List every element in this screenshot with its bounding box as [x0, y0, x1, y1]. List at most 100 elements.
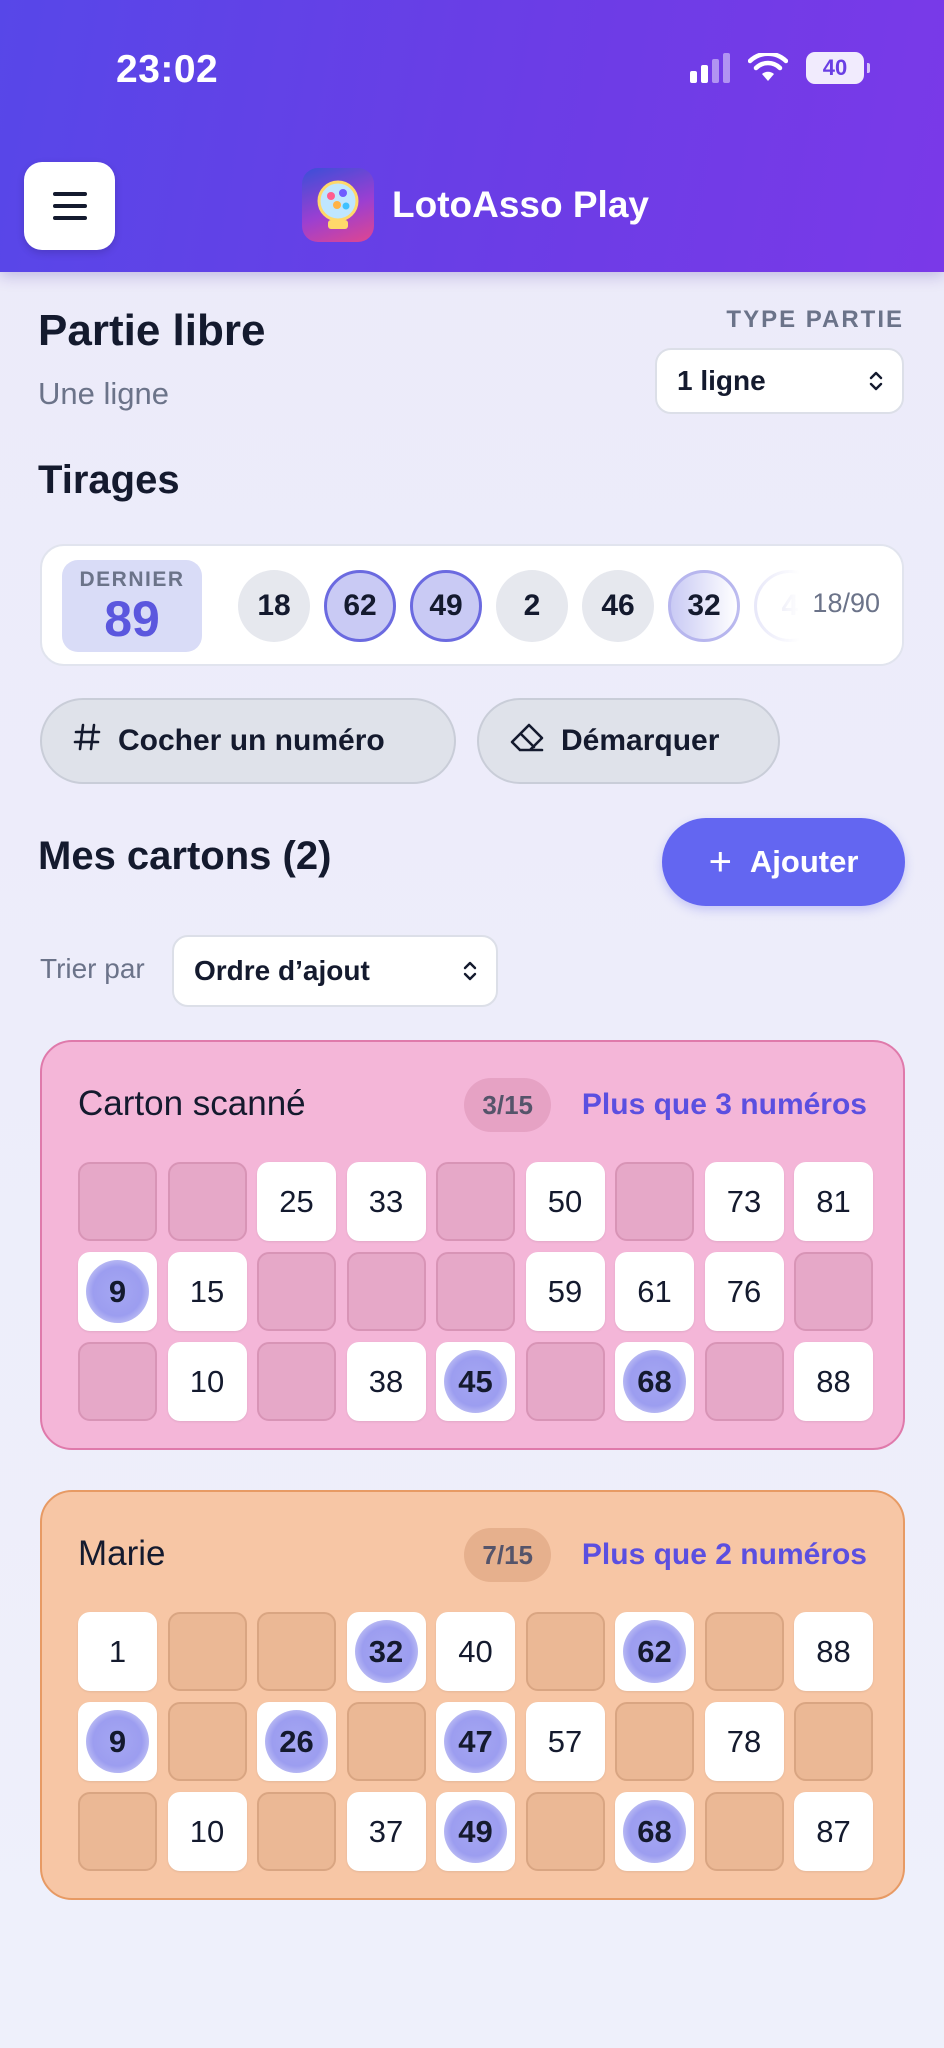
card-cell-empty — [167, 1702, 247, 1781]
card-remaining-hint: Plus que 2 numéros — [581, 1538, 867, 1571]
hamburger-icon — [52, 192, 87, 196]
game-type-label: TYPE PARTIE — [726, 306, 904, 333]
card-cell-value: 10 — [189, 1813, 225, 1849]
card-cell-value: 62 — [637, 1633, 672, 1669]
card-cell-empty — [257, 1342, 336, 1421]
card-cell-empty — [346, 1702, 426, 1781]
card-cell-value: 33 — [368, 1183, 404, 1219]
drawn-ball: 2 — [496, 570, 568, 642]
card-remaining-hint: Plus que 3 numéros — [581, 1088, 867, 1121]
card-header: Carton scanné 3/15 Plus que 3 numéros — [78, 1042, 867, 1162]
card-cell-empty — [525, 1342, 605, 1421]
card-cell-number[interactable]: 57 — [525, 1702, 605, 1781]
card-cell-number[interactable]: 37 — [346, 1792, 426, 1871]
card-cell-number[interactable]: 59 — [525, 1252, 605, 1331]
card-cell-value: 40 — [458, 1633, 493, 1669]
drawn-ball: 32 — [668, 570, 740, 642]
card-cell-marked[interactable]: 62 — [615, 1612, 694, 1691]
plus-icon: + — [708, 840, 732, 884]
card-cell-marked[interactable]: 68 — [615, 1342, 694, 1421]
card-cell-value: 26 — [279, 1723, 314, 1759]
card-cell-number[interactable]: 50 — [525, 1162, 605, 1241]
card-cell-value: 38 — [368, 1363, 404, 1399]
card-cell-marked[interactable]: 9 — [78, 1702, 157, 1781]
card-cell-marked[interactable]: 47 — [436, 1702, 515, 1781]
card-cell-value: 1 — [108, 1633, 127, 1669]
card-cell-marked[interactable]: 68 — [615, 1792, 694, 1871]
card-cell-empty — [615, 1162, 694, 1241]
card-cell-empty — [794, 1702, 873, 1781]
sort-select[interactable]: Ordre d’ajout — [172, 935, 498, 1007]
eraser-icon — [509, 722, 545, 760]
card-cell-number[interactable]: 10 — [167, 1342, 247, 1421]
card-header: Marie 7/15 Plus que 2 numéros — [78, 1492, 867, 1612]
bingo-card[interactable]: Marie 7/15 Plus que 2 numéros 1 32 40 62 88 9 26 4… — [40, 1490, 905, 1900]
card-cell-value: 73 — [726, 1183, 762, 1219]
card-cell-number[interactable]: 88 — [794, 1612, 873, 1691]
card-cell-value: 9 — [108, 1723, 127, 1759]
card-cell-number[interactable]: 61 — [615, 1252, 694, 1331]
card-cell-value: 47 — [458, 1723, 493, 1759]
card-cell-empty — [525, 1792, 605, 1871]
card-cell-value: 88 — [816, 1363, 851, 1399]
card-cell-empty — [78, 1792, 157, 1871]
bingo-card[interactable]: Carton scanné 3/15 Plus que 3 numéros 25 33 5… — [40, 1040, 905, 1450]
card-cell-number[interactable]: 10 — [167, 1792, 247, 1871]
card-cell-empty — [257, 1252, 336, 1331]
card-cell-empty — [257, 1612, 336, 1691]
card-cell-value: 78 — [726, 1723, 762, 1759]
card-cell-empty — [704, 1612, 784, 1691]
card-cell-marked[interactable]: 26 — [257, 1702, 336, 1781]
card-cell-number[interactable]: 1 — [78, 1612, 157, 1691]
card-cell-number[interactable]: 25 — [257, 1162, 336, 1241]
card-cell-marked[interactable]: 49 — [436, 1792, 515, 1871]
app-logo-icon — [302, 168, 374, 242]
cellular-signal-icon — [690, 53, 730, 83]
card-cell-empty — [525, 1612, 605, 1691]
card-cell-marked[interactable]: 9 — [78, 1252, 157, 1331]
card-cell-number[interactable]: 40 — [436, 1612, 515, 1691]
card-cell-value: 81 — [816, 1183, 851, 1219]
mark-number-button[interactable]: Cocher un numéro — [40, 698, 456, 784]
card-progress-badge: 7/15 — [464, 1528, 551, 1582]
card-cell-number[interactable]: 38 — [346, 1342, 426, 1421]
mark-number-label: Cocher un numéro — [118, 724, 385, 757]
cards-title: Mes cartons (2) — [38, 834, 332, 878]
card-cell-number[interactable]: 76 — [704, 1252, 784, 1331]
card-cell-marked[interactable]: 32 — [346, 1612, 426, 1691]
sort-label: Trier par — [40, 953, 145, 984]
card-cell-empty — [257, 1792, 336, 1871]
drawn-ball: 49 — [410, 570, 482, 642]
unmark-label: Démarquer — [561, 724, 720, 757]
card-cell-value: 61 — [637, 1273, 672, 1309]
card-cell-number[interactable]: 15 — [167, 1252, 247, 1331]
unmark-button[interactable]: Démarquer — [477, 698, 780, 784]
card-cell-value: 15 — [189, 1273, 225, 1309]
card-cell-empty — [436, 1252, 515, 1331]
card-cell-empty — [615, 1702, 694, 1781]
card-name: Carton scanné — [78, 1084, 306, 1123]
card-cell-value: 37 — [368, 1813, 404, 1849]
card-cell-value: 87 — [816, 1813, 851, 1849]
app-brand: LotoAsso Play — [302, 168, 649, 242]
draws-panel[interactable]: DERNIER 89 186249246324 18/90 — [40, 544, 904, 666]
add-card-button[interactable]: + Ajouter — [662, 818, 905, 906]
card-cell-number[interactable]: 87 — [794, 1792, 873, 1871]
card-cell-empty — [704, 1342, 784, 1421]
card-cell-number[interactable]: 78 — [704, 1702, 784, 1781]
card-grid: 1 32 40 62 88 9 26 47 57 78 10 37 49 68 87 — [78, 1612, 873, 1871]
card-cell-number[interactable]: 73 — [704, 1162, 784, 1241]
card-cell-value: 76 — [726, 1273, 762, 1309]
last-draw-badge: DERNIER 89 — [62, 560, 202, 652]
game-type-select[interactable]: 1 ligne — [655, 348, 904, 414]
card-cell-number[interactable]: 81 — [794, 1162, 873, 1241]
card-cell-number[interactable]: 33 — [346, 1162, 426, 1241]
drawn-ball: 18 — [238, 570, 310, 642]
card-cell-number[interactable]: 88 — [794, 1342, 873, 1421]
chevron-up-down-icon — [462, 959, 478, 983]
menu-button[interactable] — [24, 162, 115, 250]
card-cell-value: 88 — [816, 1633, 851, 1669]
wifi-icon — [748, 53, 788, 83]
drawn-ball: 46 — [582, 570, 654, 642]
card-cell-marked[interactable]: 45 — [436, 1342, 515, 1421]
